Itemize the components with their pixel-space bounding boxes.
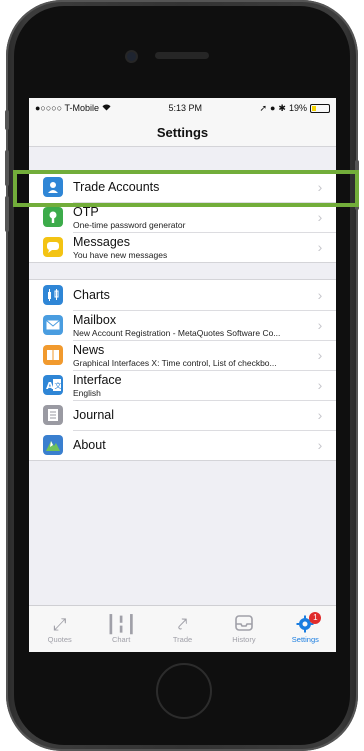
settings-item-news[interactable]: News Graphical Interfaces X: Time contro… bbox=[29, 340, 336, 370]
tab-bar: ⤢ Quotes ┃╏┃ Chart ⤤ Trade History 1 Set… bbox=[29, 605, 336, 652]
news-label: News bbox=[73, 342, 105, 357]
settings-icon: 1 bbox=[296, 611, 322, 635]
tab-quotes-label: Quotes bbox=[47, 634, 72, 644]
tab-chart[interactable]: ┃╏┃ Chart bbox=[90, 606, 151, 652]
trade-icon: ⤤ bbox=[177, 614, 188, 634]
chevron-right-icon: › bbox=[317, 209, 323, 225]
location-icon: ➚ bbox=[259, 102, 267, 113]
settings-badge: 1 bbox=[309, 611, 322, 624]
tab-history-label: History bbox=[232, 634, 256, 644]
journal-icon bbox=[43, 405, 63, 425]
otp-lock-icon bbox=[43, 207, 63, 227]
interface-subtitle: English bbox=[73, 387, 101, 398]
nav-bar: Settings bbox=[29, 118, 336, 147]
tab-trade[interactable]: ⤤ Trade bbox=[152, 606, 213, 652]
settings-item-mailbox[interactable]: Mailbox New Account Registration - MetaQ… bbox=[29, 310, 336, 340]
charts-label: Charts bbox=[73, 288, 110, 302]
chevron-right-icon: › bbox=[317, 287, 323, 303]
mailbox-label: Mailbox bbox=[73, 312, 117, 327]
mute-switch bbox=[5, 110, 9, 130]
settings-item-charts[interactable]: Charts › bbox=[29, 280, 336, 310]
chevron-right-icon: › bbox=[317, 377, 323, 393]
svg-text:A: A bbox=[46, 381, 54, 392]
history-icon bbox=[235, 614, 253, 635]
home-button[interactable] bbox=[156, 663, 212, 719]
front-camera bbox=[127, 52, 136, 61]
settings-item-journal[interactable]: Journal › bbox=[29, 400, 336, 430]
tab-quotes[interactable]: ⤢ Quotes bbox=[29, 606, 90, 652]
chevron-right-icon: › bbox=[317, 437, 323, 453]
settings-item-interface[interactable]: A文 Interface English › bbox=[29, 370, 336, 400]
bluetooth-icon: ✱ bbox=[278, 102, 286, 113]
chart-icon: ┃╏┃ bbox=[105, 614, 137, 634]
chevron-right-icon: › bbox=[317, 317, 323, 333]
tab-settings[interactable]: 1 Settings bbox=[275, 606, 336, 652]
interface-language-icon: A文 bbox=[43, 375, 63, 395]
messages-icon bbox=[43, 237, 63, 257]
status-time: 5:13 PM bbox=[168, 103, 202, 113]
about-label: About bbox=[73, 438, 106, 452]
messages-label: Messages bbox=[73, 234, 130, 249]
mailbox-icon bbox=[43, 315, 63, 335]
chevron-right-icon: › bbox=[317, 407, 323, 423]
otp-subtitle: One-time password generator bbox=[73, 219, 186, 230]
settings-group-general: Charts › Mailbox New Account Registratio… bbox=[29, 279, 336, 461]
chevron-right-icon: › bbox=[317, 239, 323, 255]
highlight-box bbox=[13, 170, 359, 207]
wifi-icon bbox=[102, 103, 111, 113]
chevron-right-icon: › bbox=[317, 347, 323, 363]
volume-up-button bbox=[5, 150, 9, 186]
news-icon bbox=[43, 345, 63, 365]
charts-icon bbox=[43, 285, 63, 305]
carrier-label: ●○○○○ T-Mobile bbox=[35, 103, 100, 113]
tab-settings-label: Settings bbox=[291, 634, 319, 644]
battery-icon bbox=[309, 103, 330, 113]
volume-down-button bbox=[5, 196, 9, 232]
status-bar: ●○○○○ T-Mobile 5:13 PM ➚ ● ✱ 19% bbox=[29, 98, 336, 118]
tab-trade-label: Trade bbox=[172, 634, 193, 644]
journal-label: Journal bbox=[73, 408, 114, 422]
mailbox-subtitle: New Account Registration - MetaQuotes So… bbox=[73, 327, 281, 338]
interface-label: Interface bbox=[73, 372, 122, 387]
page-title: Settings bbox=[156, 124, 209, 140]
messages-subtitle: You have new messages bbox=[73, 249, 168, 260]
battery-percent: 19% bbox=[288, 103, 307, 113]
news-subtitle: Graphical Interfaces X: Time control, Li… bbox=[73, 357, 277, 368]
svg-text:文: 文 bbox=[55, 381, 62, 390]
settings-item-messages[interactable]: Messages You have new messages › bbox=[29, 232, 336, 262]
tab-history[interactable]: History bbox=[213, 606, 274, 652]
quotes-icon: ⤢ bbox=[52, 614, 67, 634]
about-icon bbox=[43, 435, 63, 455]
settings-item-about[interactable]: About › bbox=[29, 430, 336, 460]
alarm-icon: ● bbox=[269, 103, 276, 113]
tab-chart-label: Chart bbox=[111, 634, 131, 644]
earpiece-speaker bbox=[155, 52, 209, 59]
